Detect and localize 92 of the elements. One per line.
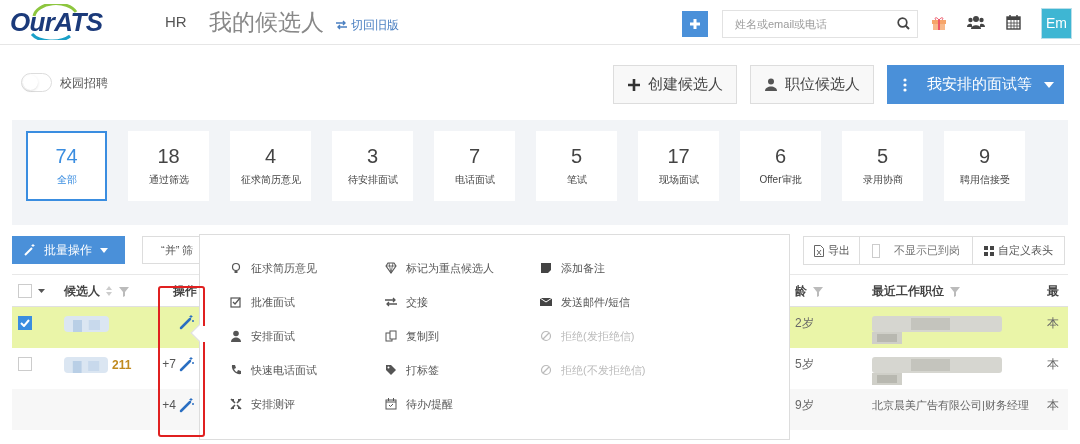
page-title: 我的候选人 xyxy=(208,7,324,37)
menu-item[interactable]: 打标签 xyxy=(385,360,540,380)
prohibited-icon xyxy=(540,330,552,342)
role-label: HR xyxy=(165,11,187,32)
stage-card[interactable]: 17 现场面试 xyxy=(638,131,719,201)
lightbulb-icon xyxy=(230,262,242,274)
stage-card[interactable]: 3 待安排面试 xyxy=(332,131,413,201)
search-field[interactable]: 姓名或email或电话 xyxy=(722,10,918,38)
table-cell: 5岁 xyxy=(795,357,814,371)
checkbox-icon xyxy=(230,296,242,308)
add-button[interactable] xyxy=(682,11,708,37)
table-cell: 北京晨美广告有限公司|财务经理 xyxy=(872,399,1029,411)
toggle-switch[interactable] xyxy=(21,73,52,92)
swap-icon xyxy=(335,20,347,30)
magic-wand-icon xyxy=(179,356,195,372)
gift-icon xyxy=(931,15,947,31)
menu-item[interactable]: 征求简历意见 xyxy=(230,258,385,278)
group-icon xyxy=(967,15,985,30)
stage-card[interactable]: 7 电话面试 xyxy=(434,131,515,201)
caret-icon xyxy=(1044,81,1054,88)
diamond-icon xyxy=(385,262,397,274)
menu-item[interactable]: 标记为重点候选人 xyxy=(385,258,540,278)
extra-count: +4 xyxy=(162,397,176,414)
table-cell: 9岁 xyxy=(795,398,814,412)
grid-icon xyxy=(984,245,994,256)
person-icon xyxy=(764,78,777,91)
magic-wand-icon xyxy=(24,244,36,256)
stage-card[interactable]: 5 录用协商 xyxy=(842,131,923,201)
filter-icon xyxy=(812,284,824,297)
caret-icon xyxy=(38,288,45,293)
export-button[interactable]: 导出 xyxy=(803,236,860,265)
column-header[interactable]: 最 xyxy=(1047,283,1059,298)
note-icon xyxy=(540,262,552,274)
menu-item[interactable]: 待办/提醒 xyxy=(385,394,540,414)
column-header[interactable]: 候选人 xyxy=(64,281,100,300)
envelope-icon xyxy=(540,296,552,308)
checkbox-label: 不显示已到岗 xyxy=(894,243,960,259)
toggle-label: 校园招聘 xyxy=(60,75,108,92)
checkbox[interactable] xyxy=(872,243,880,258)
vertical-dots-icon xyxy=(903,77,907,92)
school-tag: 211 xyxy=(112,356,132,374)
position-candidates-button[interactable]: 职位候选人 xyxy=(750,65,874,104)
calendar-check-icon xyxy=(385,398,397,410)
pixelated-text xyxy=(64,355,108,375)
prohibited-icon xyxy=(540,364,552,376)
magic-wand-icon xyxy=(179,397,195,413)
row-checkbox[interactable] xyxy=(18,357,32,371)
table-cell: 2岁 xyxy=(795,316,814,330)
menu-item[interactable]: 批准面试 xyxy=(230,292,385,312)
filter-icon xyxy=(118,284,130,297)
table-cell: 本 xyxy=(1047,316,1059,330)
menu-item[interactable]: 添加备注 xyxy=(540,258,740,278)
pixelated-text xyxy=(64,314,109,334)
table-cell: 本 xyxy=(1047,398,1059,412)
magic-wand-icon xyxy=(179,314,195,330)
caret-icon xyxy=(100,247,108,253)
menu-item[interactable]: 发送邮件/短信 xyxy=(540,292,740,312)
sort-icon xyxy=(106,284,112,297)
phone-icon xyxy=(230,364,242,376)
plus-icon xyxy=(690,19,700,29)
search-icon xyxy=(897,17,910,30)
plus-icon xyxy=(627,78,640,91)
calendar-icon xyxy=(1006,14,1021,30)
menu-item[interactable]: 安排测评 xyxy=(230,394,385,414)
stage-card[interactable]: 9 聘用信接受 xyxy=(944,131,1025,201)
menu-item[interactable]: 快速电话面试 xyxy=(230,360,385,380)
extra-count: +7 xyxy=(162,356,176,373)
stage-card[interactable]: 5 笔试 xyxy=(536,131,617,201)
check-icon xyxy=(20,319,30,327)
custom-columns-button[interactable]: 自定义表头 xyxy=(973,236,1065,265)
filter-icon xyxy=(949,284,961,297)
switch-version-link[interactable]: 切回旧版 xyxy=(335,16,399,34)
excel-file-icon xyxy=(813,244,824,257)
tag-icon xyxy=(385,364,397,376)
copy-icon xyxy=(385,330,397,342)
swap-icon xyxy=(385,296,397,308)
stage-card[interactable]: 74 全部 xyxy=(26,131,107,201)
menu-item[interactable]: 交接 xyxy=(385,292,540,312)
create-candidate-button[interactable]: 创建候选人 xyxy=(613,65,737,104)
select-all-checkbox[interactable] xyxy=(18,283,32,298)
stage-card[interactable]: 6 Offer审批 xyxy=(740,131,821,201)
logo[interactable]: OurATS xyxy=(10,2,103,42)
menu-item[interactable]: 安排面试 xyxy=(230,326,385,346)
column-header[interactable]: 龄 xyxy=(795,281,807,300)
menu-item[interactable]: 复制到 xyxy=(385,326,540,346)
table-cell: 本 xyxy=(1047,357,1059,371)
column-header[interactable]: 最近工作职位 xyxy=(872,281,944,300)
expand-icon xyxy=(230,398,242,410)
row-checkbox[interactable] xyxy=(18,316,32,330)
stage-card[interactable]: 4 征求简历意见 xyxy=(230,131,311,201)
person-icon xyxy=(230,330,242,342)
stage-card[interactable]: 18 通过筛选 xyxy=(128,131,209,201)
